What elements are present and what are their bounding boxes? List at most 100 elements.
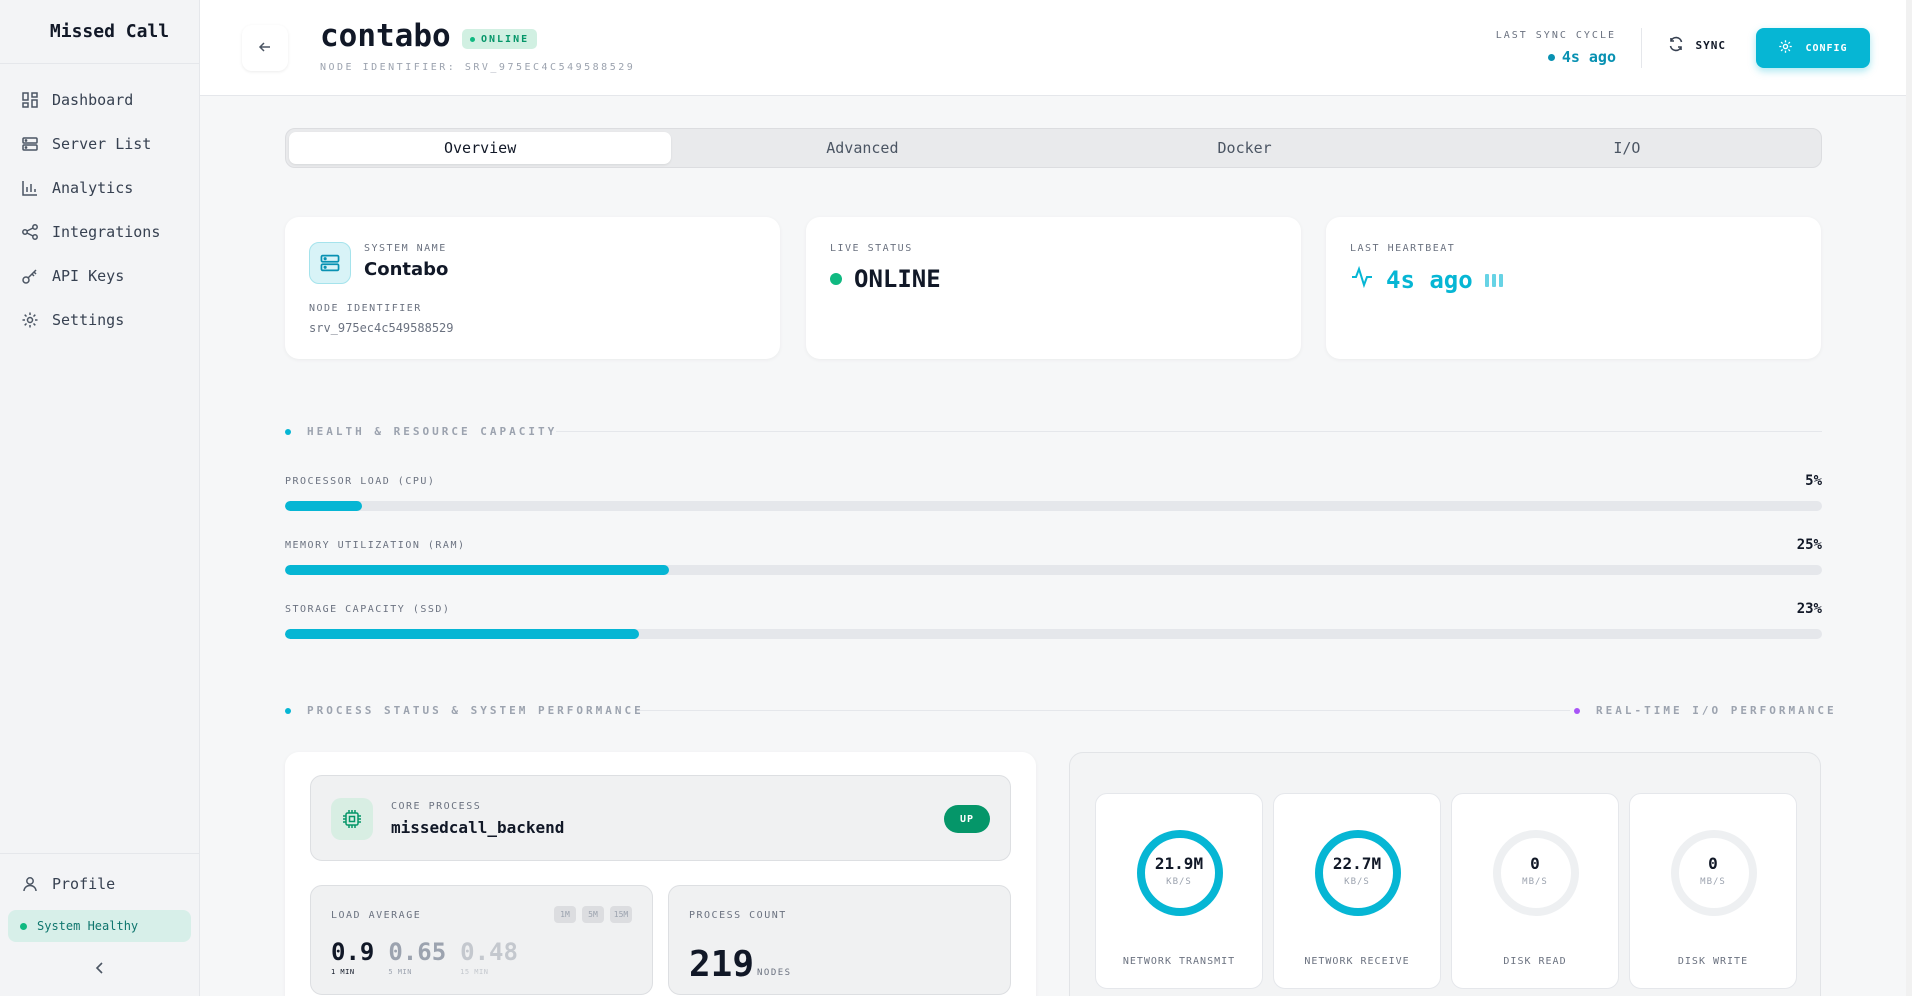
io-name: NETWORK RECEIVE — [1304, 956, 1410, 967]
section-divider — [640, 710, 1570, 711]
config-button[interactable]: CONFIG — [1756, 28, 1870, 68]
sidebar-item-profile[interactable]: Profile — [0, 864, 199, 904]
io-card-network-receive: 22.7M KB/S NETWORK RECEIVE — [1273, 793, 1441, 989]
io-section-label: REAL-TIME I/O PERFORMANCE — [1596, 704, 1837, 717]
load-5min-value: 0.65 — [388, 938, 447, 966]
server-icon — [309, 242, 351, 284]
load-1min-label: 1 MIN — [331, 968, 355, 976]
tab-io[interactable]: I/O — [1436, 132, 1818, 164]
node-identifier-subtitle: NODE IDENTIFIER: SRV_975EC4C549588529 — [320, 62, 636, 73]
tab-overview[interactable]: Overview — [289, 132, 672, 164]
live-status-card: LIVE STATUS ONLINE — [806, 217, 1301, 359]
node-id-label: NODE IDENTIFIER — [309, 303, 422, 314]
sync-dot — [1547, 53, 1555, 61]
page-title: contabo — [320, 18, 451, 54]
core-process-card: CORE PROCESS missedcall_backend UP — [310, 775, 1011, 861]
process-panel: CORE PROCESS missedcall_backend UP LOAD … — [285, 752, 1036, 996]
signal-bars-icon — [1484, 273, 1506, 287]
health-label: System Healthy — [37, 919, 139, 933]
collapse-sidebar-button[interactable] — [0, 942, 199, 996]
live-status-dot — [830, 273, 842, 285]
node-id-value: srv_975ec4c549588529 — [309, 321, 454, 335]
sidebar-item-label: Dashboard — [52, 91, 134, 109]
ram-progress-fill — [285, 565, 670, 575]
back-button[interactable] — [242, 25, 288, 71]
chip-15m[interactable]: 15M — [610, 906, 632, 923]
load-average-label: LOAD AVERAGE — [331, 910, 422, 921]
load-15min-value: 0.48 — [460, 938, 518, 966]
sync-label: LAST SYNC CYCLE — [1495, 30, 1616, 41]
sidebar-item-label: Integrations — [52, 223, 161, 241]
ssd-value: 23% — [1796, 601, 1822, 617]
cpu-progress-bar — [285, 501, 1822, 511]
analytics-icon — [20, 178, 40, 198]
gear-icon — [1778, 39, 1793, 57]
sync-button-label: SYNC — [1695, 39, 1726, 52]
sidebar-item-settings[interactable]: Settings — [0, 298, 199, 342]
system-name-label: SYSTEM NAME — [364, 243, 447, 254]
io-value: 21.9M — [1154, 854, 1204, 873]
sidebar-item-analytics[interactable]: Analytics — [0, 166, 199, 210]
ram-label: MEMORY UTILIZATION (RAM) — [285, 540, 466, 551]
integrations-icon — [20, 222, 40, 242]
section-dot — [285, 428, 291, 435]
tab-advanced[interactable]: Advanced — [671, 132, 1053, 164]
sidebar-footer: Profile System Healthy — [0, 853, 199, 996]
chip-1m[interactable]: 1M — [554, 906, 576, 923]
gear-icon — [20, 310, 40, 330]
health-dot — [20, 922, 27, 930]
page-scrollbar[interactable] — [1906, 0, 1912, 996]
sidebar-item-api-keys[interactable]: API Keys — [0, 254, 199, 298]
sidebar: Missed Call Dashboard Server List Analyt… — [0, 0, 200, 996]
process-count-unit: NODES — [757, 968, 792, 978]
ram-value: 25% — [1796, 537, 1822, 553]
brand-title: Missed Call — [0, 0, 199, 64]
server-list-icon — [20, 134, 40, 154]
gauge-ring — [1671, 830, 1757, 916]
chip-5m[interactable]: 5M — [582, 906, 604, 923]
sync-button[interactable]: SYNC — [1668, 36, 1727, 55]
cpu-value: 5% — [1805, 473, 1822, 489]
heartbeat-label: LAST HEARTBEAT — [1350, 243, 1456, 254]
io-section-title: REAL-TIME I/O PERFORMANCE — [1574, 704, 1837, 717]
section-dot — [1574, 707, 1580, 714]
key-icon — [20, 266, 40, 286]
status-label: ONLINE — [481, 33, 530, 45]
io-unit: MB/S — [1522, 877, 1548, 887]
status-badge: ONLINE — [462, 29, 538, 49]
load-5min-label: 5 MIN — [388, 968, 412, 976]
sidebar-item-integrations[interactable]: Integrations — [0, 210, 199, 254]
load-5min: 0.65 5 MIN — [388, 938, 446, 976]
io-card-network-transmit: 21.9M KB/S NETWORK TRANSMIT — [1095, 793, 1263, 989]
health-section-label: HEALTH & RESOURCE CAPACITY — [307, 425, 558, 438]
section-divider — [556, 431, 1822, 432]
section-dot — [285, 707, 291, 714]
sidebar-nav: Dashboard Server List Analytics Integrat… — [0, 64, 199, 342]
dashboard-icon — [20, 90, 40, 110]
system-name-value: Contabo — [364, 259, 449, 280]
sidebar-item-label: Analytics — [52, 179, 134, 197]
process-count-card: PROCESS COUNT 219 NODES — [668, 885, 1011, 995]
sidebar-item-dashboard[interactable]: Dashboard — [0, 78, 199, 122]
sidebar-item-label: API Keys — [52, 267, 125, 285]
gauge-ring — [1315, 830, 1401, 916]
profile-label: Profile — [52, 875, 116, 893]
io-value: 22.7M — [1332, 854, 1382, 873]
load-1min: 0.9 1 MIN — [331, 938, 374, 976]
system-name-card: SYSTEM NAME Contabo NODE IDENTIFIER srv_… — [285, 217, 780, 359]
io-value: 0 — [1530, 854, 1540, 873]
tab-docker[interactable]: Docker — [1054, 132, 1436, 164]
live-status-label: LIVE STATUS — [830, 243, 913, 254]
pulse-icon — [1350, 265, 1374, 295]
sidebar-item-server-list[interactable]: Server List — [0, 122, 199, 166]
live-status-text: ONLINE — [854, 265, 941, 293]
io-name: NETWORK TRANSMIT — [1122, 956, 1236, 967]
process-section-title: PROCESS STATUS & SYSTEM PERFORMANCE — [285, 704, 644, 717]
process-status-badge: UP — [944, 805, 990, 833]
core-process-label: CORE PROCESS — [391, 801, 482, 812]
process-count-value: 219 — [689, 944, 755, 985]
io-panel: 21.9M KB/S NETWORK TRANSMIT 22.7M KB/S N… — [1069, 752, 1821, 996]
load-15min: 0.48 15 MIN — [460, 938, 518, 976]
io-card-disk-write: 0 MB/S DISK WRITE — [1629, 793, 1797, 989]
cpu-label: PROCESSOR LOAD (CPU) — [285, 476, 436, 487]
